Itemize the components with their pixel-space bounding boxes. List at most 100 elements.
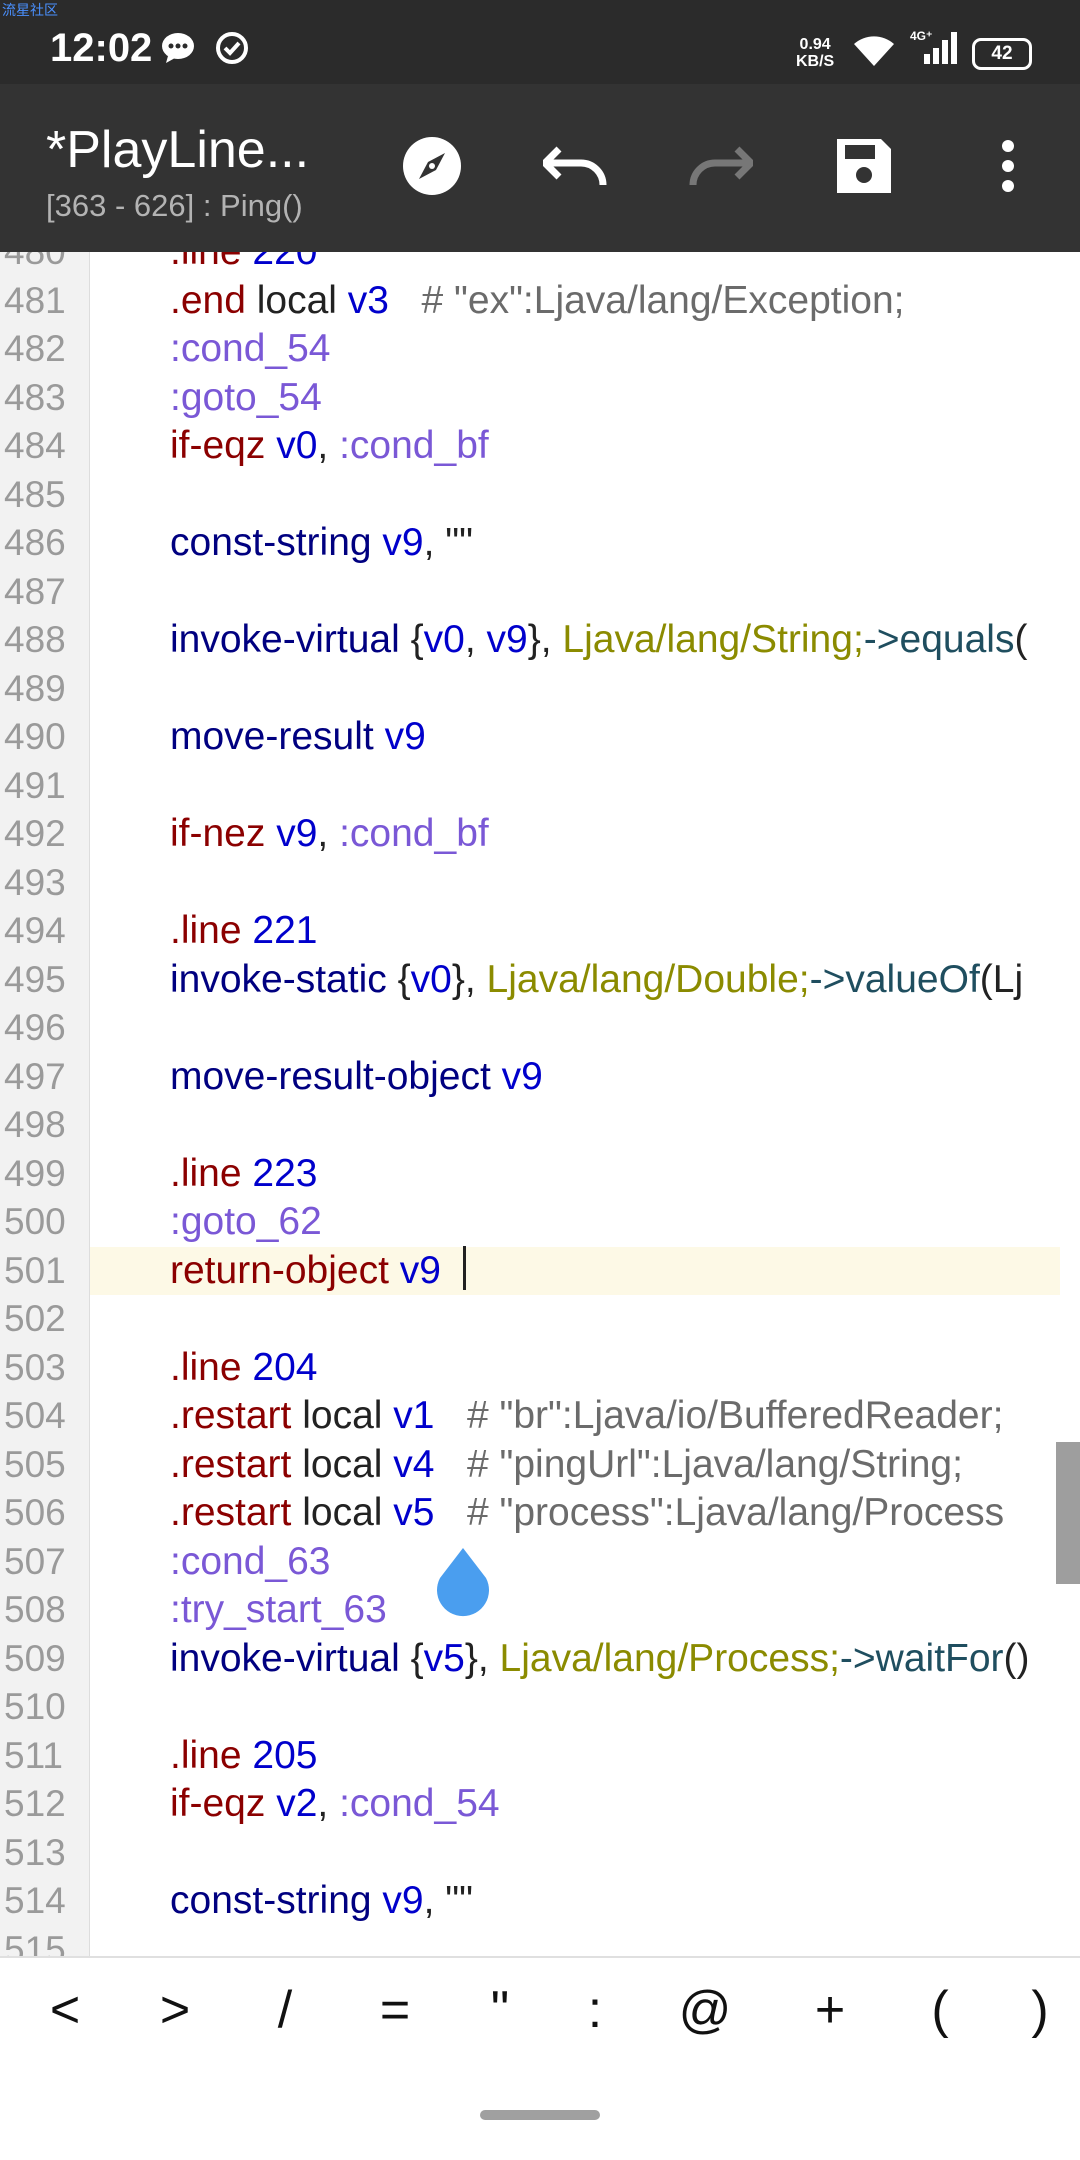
undo-icon	[541, 141, 609, 196]
symbol-key[interactable]: @	[665, 1980, 745, 2040]
signal-icon: 4G⁺	[908, 28, 962, 73]
line-number: 513	[4, 1831, 66, 1873]
symbol-key[interactable]: <	[25, 1980, 105, 2040]
file-title[interactable]: *PlayLine...	[46, 120, 309, 180]
symbol-key[interactable]: )	[1000, 1980, 1080, 2040]
code-line[interactable]: .line 204	[170, 1344, 317, 1392]
navigate-button[interactable]	[396, 132, 468, 204]
code-line[interactable]: .restart local v1 # "br":Ljava/io/Buffer…	[170, 1392, 1003, 1440]
code-line[interactable]: :try_start_63	[170, 1586, 387, 1634]
line-number: 493	[4, 861, 66, 903]
undo-button[interactable]	[540, 132, 612, 204]
code-line[interactable]: if-nez v9, :cond_bf	[170, 810, 489, 858]
line-number: 486	[4, 522, 66, 563]
line-number: 487	[4, 570, 66, 612]
scrollbar-thumb[interactable]	[1056, 1442, 1080, 1584]
line-number: 490	[4, 716, 66, 757]
symbol-key[interactable]: =	[355, 1980, 435, 2040]
home-gesture-pill[interactable]	[480, 2110, 600, 2120]
code-line[interactable]: if-eqz v2, :cond_54	[170, 1780, 500, 1828]
line-number: 498	[4, 1104, 66, 1145]
line-number: 483	[4, 376, 66, 418]
line-number: 509	[4, 1637, 66, 1679]
method-range-subtitle: [363 - 626] : Ping()	[46, 188, 303, 223]
code-line[interactable]: if-eqz v0, :cond_bf	[170, 422, 489, 470]
speed-unit: KB/S	[796, 53, 835, 70]
line-number: 504	[4, 1395, 66, 1436]
code-line[interactable]: invoke-virtual {v0, v9}, Ljava/lang/Stri…	[170, 616, 1027, 664]
wifi-icon	[852, 32, 896, 73]
line-number: 489	[4, 667, 66, 709]
line-number: 497	[4, 1055, 66, 1097]
network-speed: 0.94 KB/S	[796, 36, 834, 70]
text-cursor	[463, 1246, 466, 1290]
symbol-input-bar: < > / = ": @ + ()	[0, 1956, 1080, 2078]
line-number: 500	[4, 1201, 66, 1242]
code-line[interactable]: move-result-object v9	[170, 1053, 543, 1101]
line-number: 492	[4, 813, 66, 854]
line-number: 488	[4, 619, 66, 660]
line-number: 506	[4, 1492, 66, 1533]
code-line[interactable]: const-string v9, ""	[170, 519, 473, 567]
symbol-key[interactable]: +	[790, 1980, 870, 2040]
check-circle-icon	[214, 30, 250, 71]
line-number: 491	[4, 764, 66, 806]
cursor-drag-handle[interactable]	[432, 1548, 494, 1618]
line-number: 502	[4, 1298, 66, 1339]
save-icon	[835, 137, 893, 200]
code-line[interactable]: :goto_62	[170, 1198, 322, 1246]
line-number: 481	[4, 279, 66, 321]
code-line[interactable]: .restart local v5 # "process":Ljava/lang…	[170, 1489, 1004, 1537]
line-number: 494	[4, 910, 66, 951]
battery-icon: 42	[972, 38, 1032, 70]
line-number: 480	[0, 252, 76, 276]
code-line[interactable]: invoke-static {v0}, Ljava/lang/Double;->…	[170, 956, 1023, 1004]
line-number: 499	[4, 1152, 66, 1194]
line-number: 495	[4, 958, 66, 1000]
clock: 12:02	[50, 26, 153, 70]
line-number: 512	[4, 1783, 66, 1824]
more-options-button[interactable]	[972, 132, 1044, 204]
symbol-key[interactable]: :	[555, 1980, 635, 2040]
code-line[interactable]: invoke-virtual {v5}, Ljava/lang/Process;…	[170, 1635, 1030, 1683]
symbol-key[interactable]: /	[245, 1980, 325, 2040]
code-line[interactable]: :cond_54	[170, 325, 330, 373]
symbol-key[interactable]: >	[135, 1980, 215, 2040]
symbol-key[interactable]: "	[460, 1980, 540, 2040]
more-vert-icon	[998, 138, 1018, 199]
line-number: 508	[4, 1589, 66, 1630]
code-line[interactable]: .end local v3 # "ex":Ljava/lang/Exceptio…	[170, 277, 905, 325]
status-bar: 流星社区 12:02 0.94 KB/S 4G⁺ 42	[0, 0, 1080, 84]
redo-button[interactable]	[684, 132, 756, 204]
code-line[interactable]: .restart local v4 # "pingUrl":Ljava/lang…	[170, 1441, 963, 1489]
code-line[interactable]: :cond_63	[170, 1538, 330, 1586]
code-line[interactable]: const-string v9, ""	[170, 1877, 473, 1925]
code-line[interactable]: .line 223	[170, 1150, 317, 1198]
watermark: 流星社区	[2, 2, 58, 18]
redo-icon	[687, 141, 755, 196]
line-number: 507	[4, 1540, 66, 1582]
line-number: 505	[4, 1443, 66, 1485]
code-editor[interactable]: 480 .line 220 481 .end local v3 # "ex":Ljav…	[0, 252, 1080, 1956]
line-number: 503	[4, 1346, 66, 1388]
code-line[interactable]: .line 220	[170, 252, 317, 276]
network-type: 4G⁺	[910, 29, 932, 43]
code-line[interactable]: .line 205	[170, 1732, 317, 1780]
save-button[interactable]	[828, 132, 900, 204]
line-number: 482	[4, 328, 66, 369]
line-number: 511	[4, 1734, 63, 1776]
gesture-nav-bar	[0, 2076, 1080, 2160]
code-line[interactable]: :goto_54	[170, 374, 322, 422]
line-number: 501	[4, 1249, 66, 1291]
chat-bubble-icon	[160, 30, 196, 71]
code-line[interactable]: return-object v9	[170, 1247, 441, 1295]
symbol-key[interactable]: (	[900, 1980, 980, 2040]
line-number: 514	[4, 1880, 66, 1921]
line-number: 515	[4, 1928, 66, 1957]
code-line[interactable]: .line 221	[170, 907, 317, 955]
line-number: 510	[4, 1686, 66, 1727]
code-line[interactable]: move-result v9	[170, 713, 426, 761]
line-number: 485	[4, 473, 66, 515]
app-toolbar: *PlayLine... [363 - 626] : Ping()	[0, 84, 1080, 252]
line-number: 484	[4, 425, 66, 466]
